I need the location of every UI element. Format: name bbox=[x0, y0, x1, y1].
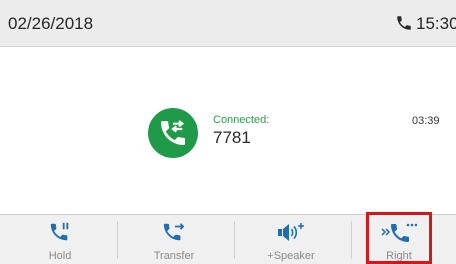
transfer-softkey[interactable]: Transfer bbox=[122, 215, 226, 264]
speaker-softkey[interactable]: +Speaker bbox=[239, 215, 343, 264]
hold-icon bbox=[50, 222, 69, 241]
status-bar: 02/26/2018 15:30 bbox=[0, 0, 456, 47]
softkey-divider bbox=[117, 221, 118, 259]
transfer-icon bbox=[163, 223, 185, 241]
highlight-box bbox=[366, 212, 432, 264]
call-number: 7781 bbox=[213, 128, 251, 147]
softkey-divider bbox=[234, 221, 235, 259]
call-duration: 03:39 bbox=[412, 115, 440, 127]
hold-softkey[interactable]: Hold bbox=[8, 215, 112, 264]
transfer-label: Transfer bbox=[153, 250, 195, 262]
call-status: Connected: bbox=[213, 114, 270, 126]
hold-label: Hold bbox=[48, 250, 72, 262]
status-date: 02/26/2018 bbox=[8, 14, 94, 33]
status-time: 15:30 bbox=[416, 14, 456, 33]
phone-icon bbox=[397, 16, 411, 30]
speaker-icon bbox=[278, 223, 304, 241]
speaker-label: +Speaker bbox=[267, 250, 315, 262]
active-call-icon bbox=[148, 108, 198, 158]
